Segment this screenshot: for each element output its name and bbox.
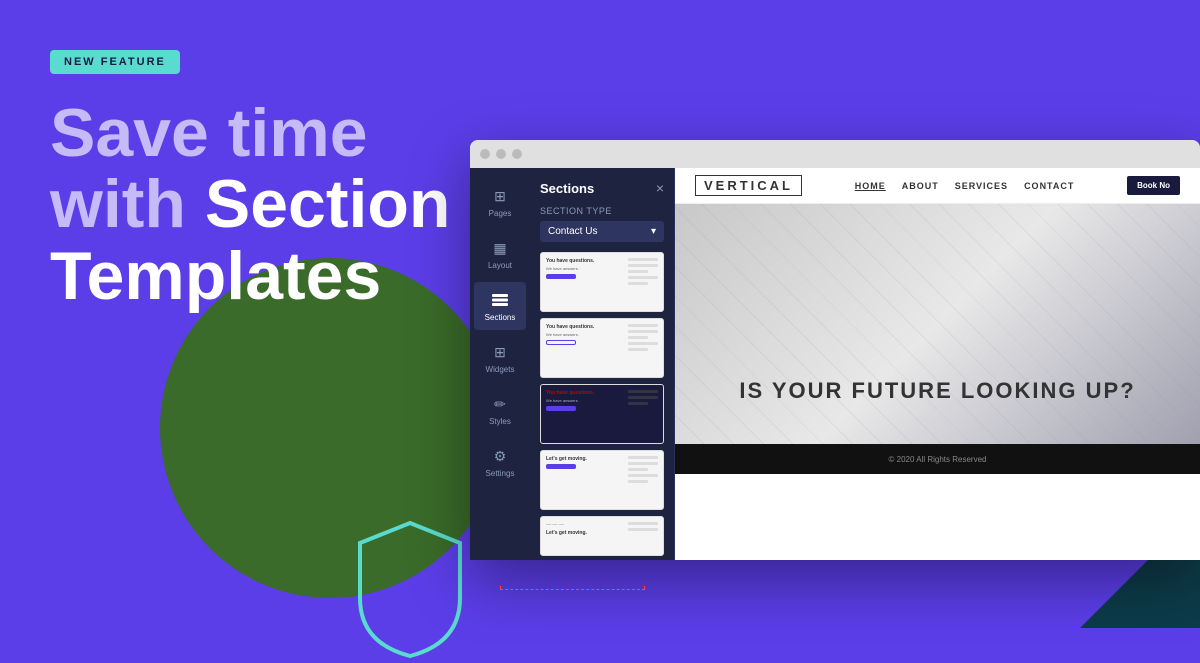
- browser-window: ⊞ Pages ▦ Layout Sections: [470, 140, 1200, 560]
- browser-dot-3: [512, 149, 522, 159]
- t4-form-line-4: [628, 474, 658, 477]
- sidebar-item-styles[interactable]: ✏ Styles: [474, 386, 526, 434]
- website-nav: VERTICAL HOME ABOUT SERVICES CONTACT Boo…: [675, 168, 1200, 204]
- form-line-2: [628, 264, 658, 267]
- selection-indicator: [500, 586, 645, 590]
- widgets-label: Widgets: [486, 365, 515, 374]
- section-type-label: Section Type: [540, 206, 664, 216]
- t4-form: [628, 456, 658, 483]
- t2-btn: [546, 340, 576, 345]
- t3-form-line-2: [628, 396, 658, 399]
- panel-title: Sections: [540, 181, 594, 196]
- t3-form: [628, 390, 658, 405]
- template-thumb-4[interactable]: Let's get moving.: [540, 450, 664, 510]
- footer-bar: © 2020 All Rights Reserved: [675, 444, 1200, 474]
- nav-link-services[interactable]: SERVICES: [955, 181, 1008, 191]
- browser-dot-2: [496, 149, 506, 159]
- nav-link-home[interactable]: HOME: [855, 181, 886, 191]
- template-thumb-5[interactable]: — — — Let's get moving.: [540, 516, 664, 556]
- browser-chrome: [470, 140, 1200, 168]
- heading-line2-bold: Section: [205, 166, 451, 242]
- t4-form-line-2: [628, 462, 658, 465]
- section-type-value: Contact Us: [548, 226, 597, 237]
- t2-form-line-5: [628, 348, 648, 351]
- panel-close-button[interactable]: ×: [656, 180, 664, 196]
- t2-form-line-4: [628, 342, 658, 345]
- nav-link-contact[interactable]: CONTACT: [1024, 181, 1074, 191]
- t5-form: [628, 522, 658, 531]
- sections-panel: Sections × Section Type Contact Us ▾ You…: [530, 168, 675, 560]
- styles-label: Styles: [489, 417, 511, 426]
- template-thumb-1[interactable]: You have questions. We have answers.: [540, 252, 664, 312]
- main-heading: Save time with Section Templates: [50, 98, 470, 312]
- t2-form: [628, 324, 658, 351]
- hero-headline: IS YOUR FUTURE LOOKING UP?: [739, 378, 1135, 404]
- new-feature-badge: NEW FEATURE: [50, 50, 180, 74]
- pages-label: Pages: [489, 209, 512, 218]
- settings-icon: ⚙: [490, 446, 510, 466]
- sections-label: Sections: [485, 313, 516, 322]
- t4-form-line-5: [628, 480, 648, 483]
- nav-link-about[interactable]: ABOUT: [902, 181, 939, 191]
- styles-icon: ✏: [490, 394, 510, 414]
- form-line-4: [628, 276, 658, 279]
- t2-form-line-2: [628, 330, 658, 333]
- form-line-5: [628, 282, 648, 285]
- template-thumb-3[interactable]: You have questions. We have answers.: [540, 384, 664, 444]
- browser-content: ⊞ Pages ▦ Layout Sections: [470, 168, 1200, 560]
- site-logo: VERTICAL: [695, 175, 802, 196]
- mockup-area: ⊞ Pages ▦ Layout Sections: [440, 140, 1200, 590]
- sidebar-item-widgets[interactable]: ⊞ Widgets: [474, 334, 526, 382]
- t3-form-line-3: [628, 402, 648, 405]
- hero-section: IS YOUR FUTURE LOOKING UP?: [675, 204, 1200, 444]
- heading-line2-light: with: [50, 166, 205, 242]
- t4-btn: [546, 464, 576, 469]
- t4-form-line-1: [628, 456, 658, 459]
- sections-icon: [490, 290, 510, 310]
- footer-text: © 2020 All Rights Reserved: [889, 455, 987, 464]
- builder-sidebar: ⊞ Pages ▦ Layout Sections: [470, 168, 530, 560]
- t4-form-line-3: [628, 468, 648, 471]
- t3-form-line-1: [628, 390, 658, 393]
- heading-line3: Templates: [50, 238, 381, 314]
- sidebar-item-settings[interactable]: ⚙ Settings: [474, 438, 526, 486]
- layout-label: Layout: [488, 261, 512, 270]
- pages-icon: ⊞: [490, 186, 510, 206]
- browser-dot-1: [480, 149, 490, 159]
- layout-icon: ▦: [490, 238, 510, 258]
- t5-form-line-1: [628, 522, 658, 525]
- sidebar-item-layout[interactable]: ▦ Layout: [474, 230, 526, 278]
- dropdown-chevron-icon: ▾: [651, 226, 656, 237]
- website-preview: VERTICAL HOME ABOUT SERVICES CONTACT Boo…: [675, 168, 1200, 560]
- t3-btn: [546, 406, 576, 411]
- form-line-1: [628, 258, 658, 261]
- settings-label: Settings: [486, 469, 515, 478]
- panel-header: Sections ×: [540, 180, 664, 196]
- widgets-icon: ⊞: [490, 342, 510, 362]
- t2-form-line-1: [628, 324, 658, 327]
- nav-cta-button[interactable]: Book No: [1127, 176, 1180, 195]
- nav-links: HOME ABOUT SERVICES CONTACT: [855, 181, 1075, 191]
- t2-form-line-3: [628, 336, 648, 339]
- template-thumb-2[interactable]: You have questions. We have answers.: [540, 318, 664, 378]
- t1-btn: [546, 274, 576, 279]
- heading-line1: Save time: [50, 95, 368, 171]
- hero-bg-pattern: [675, 204, 1200, 444]
- section-type-dropdown[interactable]: Contact Us ▾: [540, 221, 664, 242]
- sidebar-item-sections[interactable]: Sections: [474, 282, 526, 330]
- left-content-area: NEW FEATURE Save time with Section Templ…: [50, 50, 470, 312]
- form-line-3: [628, 270, 648, 273]
- t5-form-line-2: [628, 528, 658, 531]
- t1-form: [628, 258, 658, 285]
- sidebar-item-pages[interactable]: ⊞ Pages: [474, 178, 526, 226]
